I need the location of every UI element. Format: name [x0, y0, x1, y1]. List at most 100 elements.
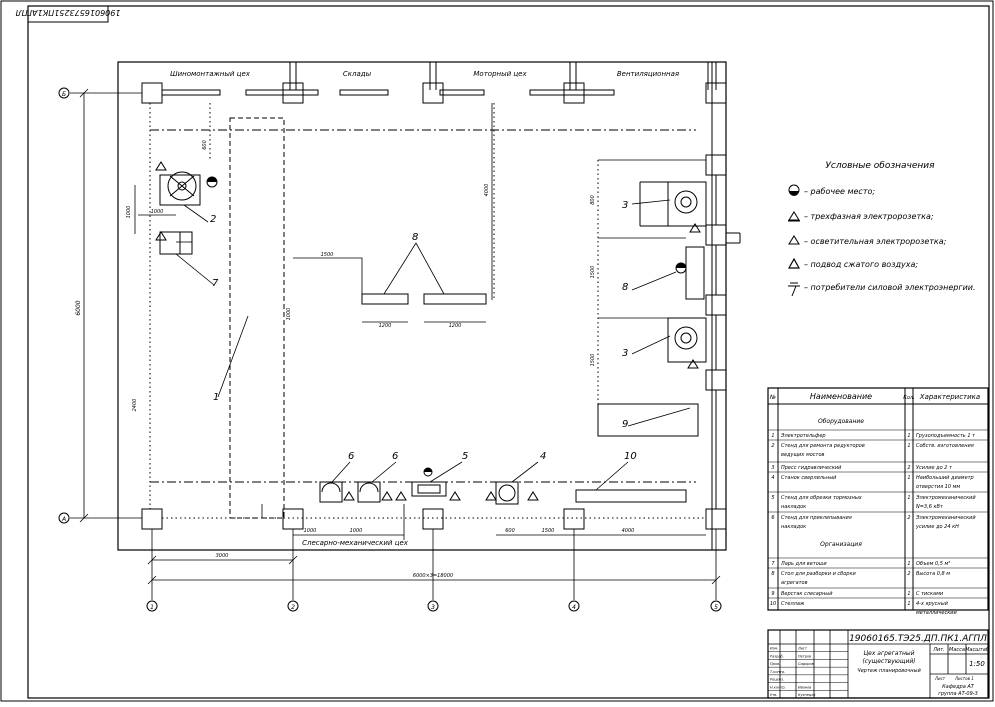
- spec-row-name: Стенд для приклепывания: [781, 515, 852, 521]
- dim-1500-r3: 1500: [590, 354, 596, 367]
- spec-row-num: 10: [770, 601, 776, 607]
- legend-item-air: – подвод сжатого воздуха;: [804, 260, 918, 269]
- spec-row-name-2: ведущих мостов: [781, 452, 824, 458]
- spec-row-char: Усилие до 2 т: [916, 465, 953, 471]
- label-7: 7: [212, 278, 219, 289]
- title-person: Иванов: [798, 685, 811, 689]
- title-role: Разраб.: [770, 654, 784, 658]
- title-name-3: Чертеж планировочный: [857, 668, 921, 674]
- legend-workplace-icon: [788, 184, 800, 196]
- spec-row-name: Станок сверлильный: [781, 475, 837, 481]
- spec-row-char: Высота 0,8 м: [916, 571, 950, 577]
- spec-head-num: №: [769, 394, 776, 401]
- zone-ventilyatsionnaya: Вентиляционная: [617, 70, 679, 78]
- axis-label-1: 1: [150, 604, 154, 611]
- spec-row-qty: 2: [907, 515, 910, 521]
- spec-row-num: 9: [771, 591, 774, 597]
- spec-row-num: 6: [771, 515, 774, 521]
- spec-row-num: 8: [771, 571, 774, 577]
- title-name-2: (существующий): [862, 658, 915, 665]
- label-3b: 3: [622, 348, 628, 359]
- rotated-stamp-text: 1906016573251ПК1АГПЛ: [16, 8, 121, 17]
- axis-label-b: Б: [62, 91, 66, 98]
- dim-1500-table: 1500: [321, 252, 334, 258]
- spec-row-char-2: металлический: [916, 610, 958, 616]
- item-8-table-right: [685, 246, 705, 300]
- zone-motorny: Моторный цех: [473, 70, 527, 78]
- axis-label-2: 2: [291, 604, 295, 611]
- spec-row-qty: 1: [907, 443, 910, 449]
- dim-1000-rail: 1000: [286, 308, 292, 321]
- spec-row-name-2: накладок: [781, 524, 806, 530]
- axis-label-5: 5: [714, 604, 718, 611]
- spec-row-name: Стенд для обрезки тормозных: [781, 495, 862, 501]
- spec-head-name: Наименование: [810, 392, 872, 401]
- title-role: Утв.: [770, 693, 777, 697]
- dim-800-r1: 800: [590, 195, 596, 205]
- power-wiring: [149, 103, 706, 519]
- dim-total: 6000×3=18000: [413, 573, 453, 579]
- item-7-bin: [159, 231, 193, 255]
- item-3-press-top: [639, 181, 707, 227]
- spec-row-name-2: агрегатов: [781, 580, 808, 586]
- spec-row-qty: 2: [907, 571, 910, 577]
- title-person: Кузнецов: [798, 693, 815, 697]
- legend-power-consumer-icon: [788, 282, 800, 297]
- title-person: Петров: [798, 654, 811, 658]
- spec-row-num: 1: [771, 433, 774, 439]
- spec-row-qty: 2: [907, 465, 910, 471]
- item-8-tables: [361, 293, 487, 305]
- label-9: 9: [622, 419, 628, 430]
- title-role: Изм.: [770, 647, 778, 651]
- legend-title: Условные обозначения: [825, 161, 935, 171]
- spec-row-name: Пресс гидравлический: [781, 465, 842, 471]
- inner-frame: [27, 5, 990, 699]
- spec-row-char-2: N=3,6 кВт: [916, 504, 944, 510]
- spec-row-char: 4-х ярусный: [916, 601, 949, 607]
- zone-slesarno: Слесарно-механический цех: [302, 539, 409, 547]
- item-5-cutting-stand: [411, 481, 447, 497]
- spec-row-qty: 1: [907, 475, 910, 481]
- spec-section-organization: Организация: [820, 541, 862, 548]
- spec-head-char: Характеристика: [919, 393, 980, 401]
- dim-3000-bottom: 3000: [216, 553, 229, 559]
- legend-lighting-icon: [788, 235, 800, 245]
- axis-label-a: А: [61, 516, 66, 523]
- leader-lines: [175, 199, 691, 491]
- label-5: 5: [462, 451, 468, 462]
- item-10-rack: [575, 489, 687, 503]
- spec-row-char: Объем 0,5 м³: [916, 561, 950, 567]
- spec-table: № Наименование Кол. Характеристика Обору…: [767, 387, 989, 616]
- title-org-2: группа АТ-09-3: [938, 691, 978, 697]
- spec-row-char: Собств. изготовления: [916, 443, 974, 449]
- spec-rows: 1 Электротельфер 1 Грузоподъемность 1 т 2 Сте…: [768, 429, 988, 616]
- spec-section-equipment: Оборудование: [818, 418, 864, 425]
- dim-1200-table2: 1200: [449, 323, 462, 329]
- dim-2400-left: 2400: [132, 399, 138, 412]
- spec-row-char-2: отверстия 10 мм: [916, 484, 960, 490]
- hoist-rail: [229, 117, 285, 519]
- spec-row-name-2: накладок: [781, 504, 806, 510]
- legend-item-three-phase: – трехфазная электророзетка;: [804, 212, 934, 221]
- legend-air-icon: [787, 257, 801, 269]
- spec-row-num: 2: [771, 443, 774, 449]
- top-windows: [161, 89, 615, 96]
- grid-axes: [70, 92, 717, 600]
- spec-head-qty: Кол.: [903, 395, 914, 401]
- workplace-symbols: [207, 177, 686, 472]
- dim-4000-v: 4000: [484, 184, 490, 197]
- spec-row-name: Верстак слесарный: [781, 591, 833, 597]
- dim-left-6000: 6000: [75, 300, 82, 315]
- spec-row-qty: 1: [907, 591, 910, 597]
- title-scale: 1:50: [969, 660, 985, 668]
- workplace-circles: [206, 176, 687, 477]
- dim-1000-mid: 1000: [151, 209, 164, 215]
- label-2: 2: [210, 214, 216, 225]
- spec-row-char: С тисками: [916, 591, 944, 597]
- bottom-equipment-dims: [261, 504, 706, 540]
- building-outline: [117, 61, 727, 551]
- title-block-rows: Изм. Лист Разраб. Петров Пров. Сидоров Т.контр…: [768, 647, 848, 699]
- title-name-1: Цех агрегатный: [863, 650, 914, 657]
- label-8b: 8: [622, 282, 628, 293]
- dim-1200-table: 1200: [379, 323, 392, 329]
